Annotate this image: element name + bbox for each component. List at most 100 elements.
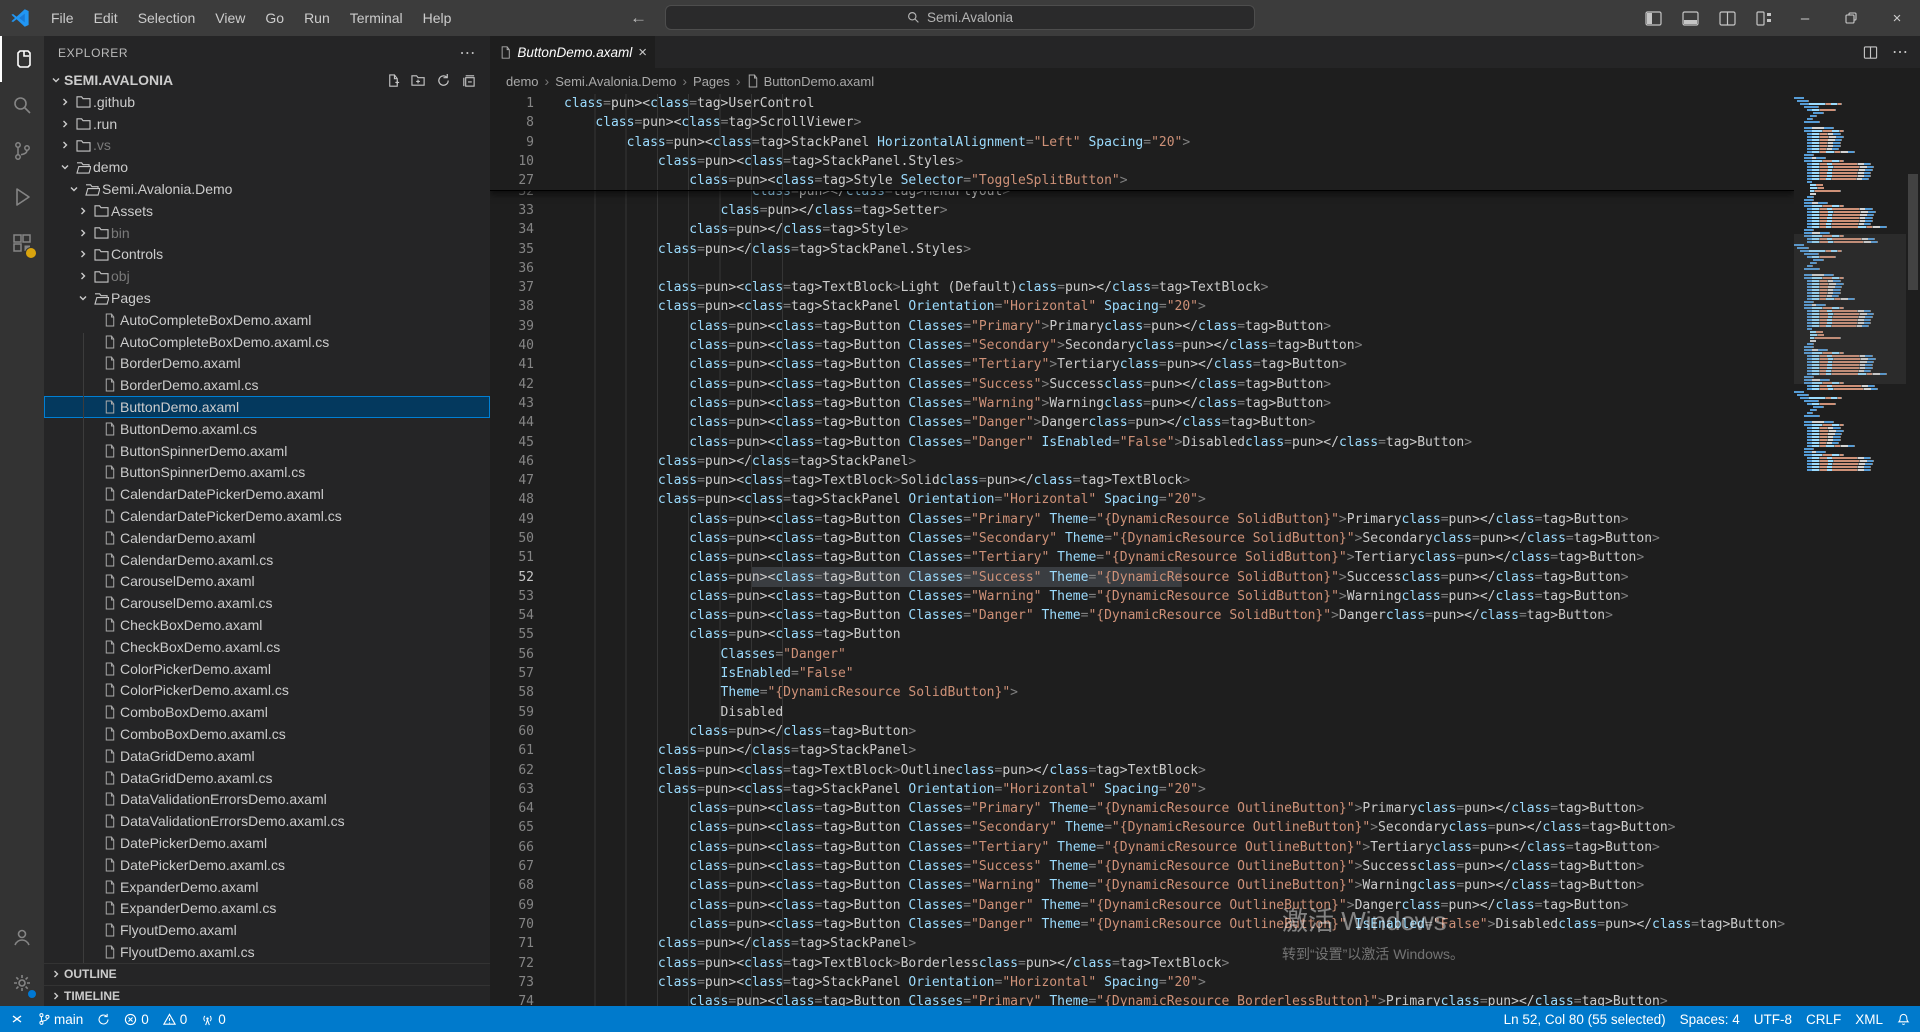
code-line-66[interactable]: 66 class=pun><class=tag>Button Classes="… — [490, 838, 1794, 857]
tree-file-calendardemo.axaml[interactable]: CalendarDemo.axaml — [44, 527, 490, 549]
status-radio-tower[interactable]: 0 — [201, 1012, 226, 1027]
code-line-39[interactable]: 39 class=pun><class=tag>Button Classes="… — [490, 317, 1794, 336]
new-folder-icon[interactable] — [411, 73, 426, 88]
tree-file-datavalidationerrorsdemo.axaml.cs[interactable]: DataValidationErrorsDemo.axaml.cs — [44, 810, 490, 832]
tree-file-autocompleteboxdemo.axaml.cs[interactable]: AutoCompleteBoxDemo.axaml.cs — [44, 331, 490, 353]
code-line-37[interactable]: 37 class=pun><class=tag>TextBlock>Light … — [490, 278, 1794, 297]
tree-file-carouseldemo.axaml.cs[interactable]: CarouselDemo.axaml.cs — [44, 592, 490, 614]
code-line-34[interactable]: 34 class=pun></class=tag>Style> — [490, 220, 1794, 239]
code-line-35[interactable]: 35 class=pun></class=tag>StackPanel.Styl… — [490, 239, 1794, 258]
status-remote[interactable] — [10, 1012, 24, 1026]
tree-file-buttondemo.axaml[interactable]: ButtonDemo.axaml — [44, 396, 490, 418]
account-icon[interactable] — [0, 914, 44, 960]
tab-close-icon[interactable]: × — [638, 44, 647, 61]
tree-file-calendardatepickerdemo.axaml.cs[interactable]: CalendarDatePickerDemo.axaml.cs — [44, 505, 490, 527]
code-line-9[interactable]: 9 class=pun><class=tag>StackPanel Horizo… — [490, 133, 1794, 152]
code-line-10[interactable]: 10 class=pun><class=tag>StackPanel.Style… — [490, 152, 1794, 171]
tree-folder-assets[interactable]: Assets — [44, 200, 490, 222]
menu-selection[interactable]: Selection — [128, 0, 206, 36]
status-warning[interactable]: 0 — [163, 1012, 188, 1027]
code-line-56[interactable]: 56 Classes="Danger" — [490, 645, 1794, 664]
chevron-right-icon[interactable] — [75, 249, 91, 259]
tree-file-buttondemo.axaml.cs[interactable]: ButtonDemo.axaml.cs — [44, 418, 490, 440]
restore-button[interactable] — [1828, 0, 1874, 36]
menu-go[interactable]: Go — [255, 0, 294, 36]
menu-run[interactable]: Run — [294, 0, 340, 36]
code-line-33[interactable]: 33 class=pun></class=tag>Setter> — [490, 201, 1794, 220]
status-spaces[interactable]: Spaces: 4 — [1680, 1012, 1740, 1027]
code-line-68[interactable]: 68 class=pun><class=tag>Button Classes="… — [490, 876, 1794, 895]
tree-folder-pages[interactable]: Pages — [44, 287, 490, 309]
collapse-all-icon[interactable] — [461, 73, 476, 88]
tree-file-flyoutdemo.axaml.cs[interactable]: FlyoutDemo.axaml.cs — [44, 941, 490, 963]
code-line-54[interactable]: 54 class=pun><class=tag>Button Classes="… — [490, 606, 1794, 625]
code-line-50[interactable]: 50 class=pun><class=tag>Button Classes="… — [490, 529, 1794, 548]
tree-file-expanderdemo.axaml.cs[interactable]: ExpanderDemo.axaml.cs — [44, 897, 490, 919]
code-line-71[interactable]: 71 class=pun></class=tag>StackPanel> — [490, 934, 1794, 953]
code-line-74[interactable]: 74 class=pun><class=tag>Button Classes="… — [490, 992, 1794, 1006]
tree-file-colorpickerdemo.axaml[interactable]: ColorPickerDemo.axaml — [44, 658, 490, 680]
refresh-icon[interactable] — [436, 73, 451, 88]
settings-gear-icon[interactable] — [0, 960, 44, 1006]
menu-help[interactable]: Help — [413, 0, 462, 36]
code-line-65[interactable]: 65 class=pun><class=tag>Button Classes="… — [490, 818, 1794, 837]
menu-file[interactable]: File — [41, 0, 84, 36]
menu-view[interactable]: View — [205, 0, 255, 36]
code-line-51[interactable]: 51 class=pun><class=tag>Button Classes="… — [490, 548, 1794, 567]
scrollbar-thumb[interactable] — [1908, 174, 1918, 290]
breadcrumb-item-demo[interactable]: demo — [506, 74, 539, 89]
code-line-64[interactable]: 64 class=pun><class=tag>Button Classes="… — [490, 799, 1794, 818]
nav-back-button[interactable]: ← — [630, 8, 647, 28]
code-line-45[interactable]: 45 class=pun><class=tag>Button Classes="… — [490, 432, 1794, 451]
code-line-41[interactable]: 41 class=pun><class=tag>Button Classes="… — [490, 355, 1794, 374]
workspace-root-row[interactable]: SEMI.AVALONIA — [44, 69, 490, 91]
code-line-72[interactable]: 72 class=pun><class=tag>TextBlock>Border… — [490, 953, 1794, 972]
extensions-icon[interactable] — [0, 220, 44, 266]
minimap-slider[interactable] — [1794, 234, 1906, 384]
menu-edit[interactable]: Edit — [84, 0, 128, 36]
tree-file-datepickerdemo.axaml[interactable]: DatePickerDemo.axaml — [44, 832, 490, 854]
code-line-49[interactable]: 49 class=pun><class=tag>Button Classes="… — [490, 510, 1794, 529]
chevron-right-icon[interactable] — [75, 228, 91, 238]
minimap[interactable] — [1794, 94, 1906, 1006]
code-line-60[interactable]: 60 class=pun></class=tag>Button> — [490, 722, 1794, 741]
explorer-icon[interactable] — [0, 36, 44, 82]
code-line-55[interactable]: 55 class=pun><class=tag>Button — [490, 625, 1794, 644]
status-xml[interactable]: XML — [1855, 1012, 1883, 1027]
tree-folder-.vs[interactable]: .vs — [44, 135, 490, 157]
code-line-59[interactable]: 59 Disabled — [490, 703, 1794, 722]
tree-folder-demo[interactable]: demo — [44, 156, 490, 178]
status-ln[interactable]: Ln 52, Col 80 (55 selected) — [1504, 1012, 1666, 1027]
tree-folder-bin[interactable]: bin — [44, 222, 490, 244]
tree-file-borderdemo.axaml.cs[interactable]: BorderDemo.axaml.cs — [44, 374, 490, 396]
new-file-icon[interactable] — [386, 73, 401, 88]
tree-file-datepickerdemo.axaml.cs[interactable]: DatePickerDemo.axaml.cs — [44, 854, 490, 876]
tree-file-colorpickerdemo.axaml.cs[interactable]: ColorPickerDemo.axaml.cs — [44, 680, 490, 702]
customize-layout-icon[interactable] — [1750, 5, 1778, 31]
code-line-53[interactable]: 53 class=pun><class=tag>Button Classes="… — [490, 587, 1794, 606]
toggle-secondary-sidebar-icon[interactable] — [1713, 5, 1741, 31]
tree-file-buttonspinnerdemo.axaml.cs[interactable]: ButtonSpinnerDemo.axaml.cs — [44, 462, 490, 484]
code-line-69[interactable]: 69 class=pun><class=tag>Button Classes="… — [490, 895, 1794, 914]
chevron-right-icon[interactable] — [57, 140, 73, 150]
vertical-scrollbar[interactable] — [1906, 94, 1920, 1006]
code-line-70[interactable]: 70 class=pun><class=tag>Button Classes="… — [490, 915, 1794, 934]
chevron-right-icon[interactable] — [57, 97, 73, 107]
source-control-icon[interactable] — [0, 128, 44, 174]
code-line-8[interactable]: 8 class=pun><class=tag>ScrollViewer> — [490, 113, 1794, 132]
tree-file-carouseldemo.axaml[interactable]: CarouselDemo.axaml — [44, 571, 490, 593]
status-crlf[interactable]: CRLF — [1806, 1012, 1841, 1027]
code-line-48[interactable]: 48 class=pun><class=tag>StackPanel Orien… — [490, 490, 1794, 509]
tree-file-autocompleteboxdemo.axaml[interactable]: AutoCompleteBoxDemo.axaml — [44, 309, 490, 331]
tree-file-buttonspinnerdemo.axaml[interactable]: ButtonSpinnerDemo.axaml — [44, 440, 490, 462]
editor-more-icon[interactable]: ⋯ — [1892, 42, 1908, 62]
chevron-right-icon[interactable] — [75, 271, 91, 281]
code-line-58[interactable]: 58 Theme="{DynamicResource SolidButton}"… — [490, 683, 1794, 702]
code-line-62[interactable]: 62 class=pun><class=tag>TextBlock>Outlin… — [490, 760, 1794, 779]
tree-file-flyoutdemo.axaml[interactable]: FlyoutDemo.axaml — [44, 919, 490, 941]
status-error[interactable]: 0 — [124, 1012, 149, 1027]
code-line-61[interactable]: 61 class=pun></class=tag>StackPanel> — [490, 741, 1794, 760]
menu-terminal[interactable]: Terminal — [340, 0, 413, 36]
code-line-27[interactable]: 27 class=pun><class=tag>Style Selector="… — [490, 171, 1794, 190]
chevron-down-icon[interactable] — [75, 293, 91, 303]
